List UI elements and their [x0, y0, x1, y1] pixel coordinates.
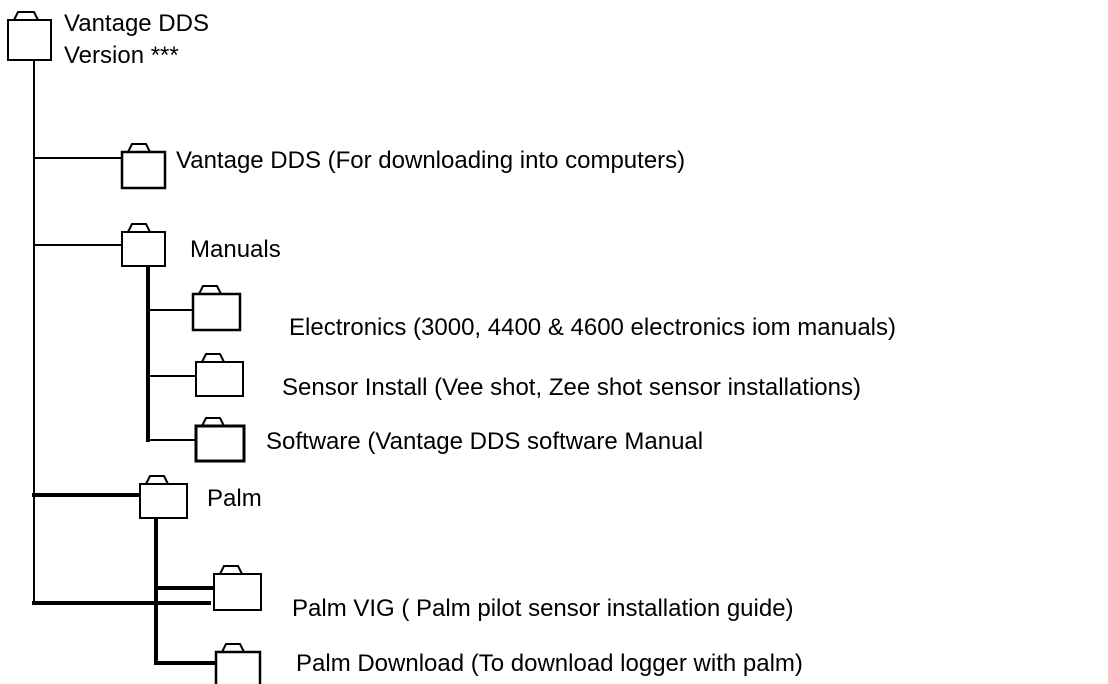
node-vantage-label: Vantage DDS (For downloading into comput…	[176, 147, 686, 174]
node-software-label: Software (Vantage DDS software Manual	[266, 428, 704, 455]
folder-icon	[7, 11, 52, 61]
node-palm-download-label: Palm Download (To download logger with p…	[296, 650, 803, 677]
folder-icon	[213, 565, 262, 611]
node-manuals-label: Manuals	[190, 236, 281, 263]
folder-icon	[195, 353, 244, 397]
node-palm-label: Palm	[207, 485, 262, 512]
node-palm-vig-label: Palm VIG ( Palm pilot sensor installatio…	[292, 595, 794, 622]
folder-icon	[120, 143, 167, 190]
folder-tree-diagram	[7, 11, 262, 684]
node-sensor-install-label: Sensor Install (Vee shot, Zee shot senso…	[282, 374, 861, 401]
folder-icon	[121, 223, 166, 267]
folder-icon	[191, 285, 242, 332]
root-subtitle: Version ***	[64, 42, 179, 69]
root-title: Vantage DDS	[64, 10, 209, 37]
folder-icon	[139, 475, 188, 519]
folder-icon	[214, 643, 262, 684]
folder-icon	[194, 417, 246, 463]
node-electronics-label: Electronics (3000, 4400 & 4600 electroni…	[289, 314, 896, 341]
